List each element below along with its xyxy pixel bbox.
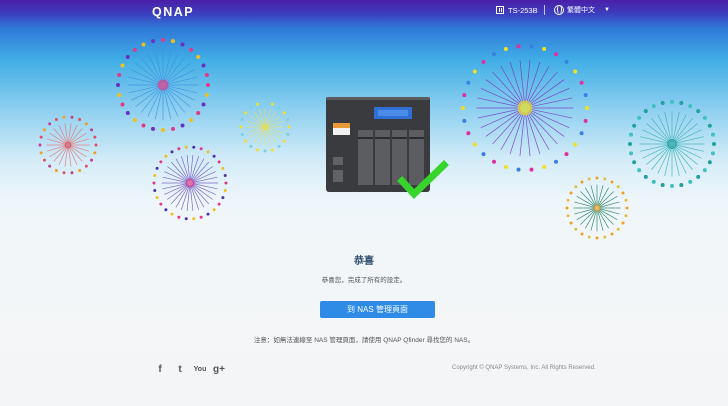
qnap-logo: QNAP	[152, 5, 195, 19]
firework-burst	[628, 100, 716, 188]
globe-icon	[554, 5, 564, 15]
youtube-icon[interactable]: You	[193, 364, 207, 376]
top-bar: QNAP TS-253B 繁體中文 ▼	[0, 0, 728, 22]
model-indicator: TS-253B	[496, 4, 538, 16]
firework-burst	[461, 44, 589, 172]
qfinder-note: 注意：如無法連線至 NAS 管理頁面，請使用 QNAP Qfinder 尋找您的…	[253, 337, 475, 344]
page-title: 恭喜	[354, 256, 374, 267]
completion-message: 恭喜您，完成了所有的設定。	[321, 277, 407, 284]
google-plus-icon[interactable]: g+	[212, 364, 226, 376]
go-to-nas-admin-button[interactable]: 到 NAS 管理頁面	[320, 301, 435, 318]
firework-burst	[152, 145, 228, 221]
language-selector[interactable]: 繁體中文 ▼	[554, 4, 610, 16]
model-label: TS-253B	[508, 5, 538, 15]
firework-burst	[116, 38, 210, 132]
nas-icon	[496, 6, 504, 14]
firework-burst	[565, 176, 629, 240]
chevron-down-icon: ▼	[604, 7, 610, 13]
firework-burst	[38, 115, 98, 175]
facebook-icon[interactable]: f	[155, 364, 165, 376]
twitter-icon[interactable]: t	[174, 364, 186, 376]
header-divider	[544, 5, 545, 15]
firework-burst	[239, 101, 291, 153]
language-label: 繁體中文	[567, 7, 595, 14]
copyright-text: Copyright © QNAP Systems, Inc. All Right…	[452, 365, 596, 371]
nas-device-illustration	[326, 97, 449, 200]
